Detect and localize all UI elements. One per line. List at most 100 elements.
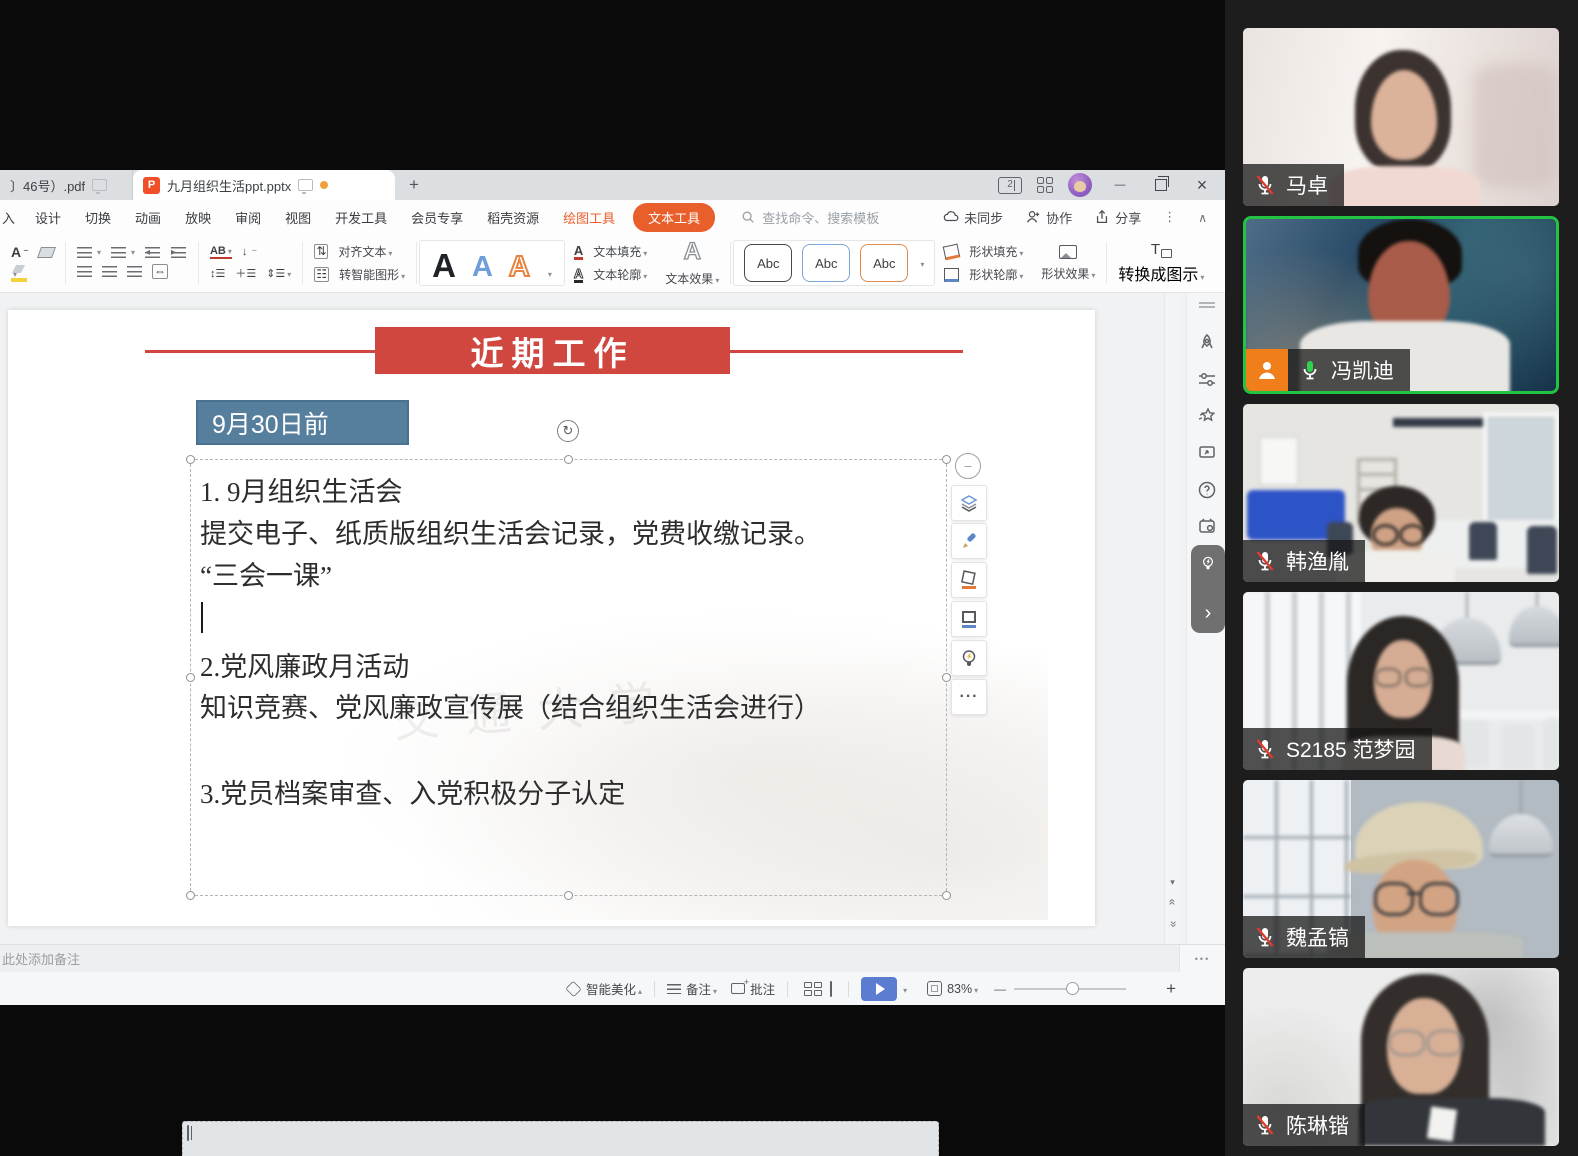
wordart-more-icon[interactable] bbox=[546, 264, 552, 282]
smart-graphic-button[interactable]: 转智能图形 bbox=[339, 266, 405, 283]
menu-item-animation[interactable]: 动画 bbox=[123, 208, 173, 227]
resize-handle[interactable] bbox=[564, 455, 573, 464]
scroll-down-icon[interactable] bbox=[1165, 877, 1180, 888]
wordart-blue[interactable]: A bbox=[472, 253, 493, 282]
new-tab-button[interactable] bbox=[395, 170, 433, 200]
wordart-presets[interactable]: A A A bbox=[419, 240, 565, 286]
menu-item-text-tools-active[interactable]: 文本工具 bbox=[633, 203, 715, 232]
notes-toggle-button[interactable]: 备注 bbox=[667, 979, 717, 998]
character-border-button[interactable]: AB bbox=[210, 245, 232, 259]
recommend-button[interactable] bbox=[951, 640, 987, 676]
shape-fill-button[interactable]: 形状填充 bbox=[969, 243, 1023, 260]
zoom-slider[interactable] bbox=[1014, 988, 1126, 990]
shape-style-blue[interactable]: Abc bbox=[802, 244, 850, 282]
next-slide-icon[interactable] bbox=[1165, 917, 1180, 931]
slide[interactable]: 交通大学 近期工作 9月30日前 1. 9月组织生活会 提交电子、 bbox=[8, 310, 1095, 926]
tips-panel[interactable] bbox=[1191, 545, 1225, 633]
collapse-object-toolbar-button[interactable] bbox=[955, 453, 981, 479]
grid-view-icon[interactable] bbox=[1037, 177, 1053, 193]
shape-style-black[interactable]: Abc bbox=[744, 244, 792, 282]
minimize-button[interactable] bbox=[1107, 179, 1133, 191]
menu-item-view[interactable]: 视图 bbox=[273, 208, 323, 227]
resize-handle[interactable] bbox=[942, 891, 951, 900]
effects-star-icon[interactable] bbox=[1187, 406, 1225, 426]
decrease-indent-button[interactable] bbox=[145, 247, 161, 258]
help-icon[interactable] bbox=[1187, 480, 1225, 500]
reading-view-button[interactable] bbox=[826, 978, 836, 1000]
user-avatar[interactable] bbox=[1068, 173, 1092, 197]
collapse-ribbon-icon[interactable] bbox=[1190, 210, 1215, 225]
play-slideshow-button[interactable] bbox=[861, 977, 897, 1001]
resize-handle[interactable] bbox=[186, 673, 195, 682]
text-fill-button[interactable]: 文本填充 bbox=[593, 243, 647, 260]
add-space-button[interactable]: ＋☰ bbox=[235, 265, 256, 281]
shape-style-more-icon[interactable] bbox=[918, 254, 924, 272]
text-direction-button[interactable] bbox=[242, 246, 257, 259]
smart-beautify-button[interactable]: 智能美化 bbox=[566, 979, 642, 998]
menu-item-design[interactable]: 设计 bbox=[23, 208, 73, 227]
play-options-icon[interactable] bbox=[901, 982, 907, 996]
rail-drag-handle[interactable] bbox=[1187, 301, 1225, 309]
normal-view-button[interactable] bbox=[182, 1121, 939, 1156]
slide-sorter-view-button[interactable] bbox=[800, 978, 826, 1000]
resize-handle[interactable] bbox=[186, 891, 195, 900]
vertical-scrollbar[interactable] bbox=[1164, 293, 1179, 944]
notes-placeholder[interactable]: 此处添加备注 bbox=[0, 949, 80, 968]
increase-indent-button[interactable] bbox=[171, 247, 187, 258]
highlight-color-button[interactable] bbox=[11, 266, 27, 282]
menu-item-docer[interactable]: 稻壳资源 bbox=[475, 208, 551, 227]
previous-slide-icon[interactable] bbox=[1165, 895, 1180, 909]
menu-item-insert-partial[interactable]: 入 bbox=[0, 208, 23, 227]
menu-item-member[interactable]: 会员专享 bbox=[399, 208, 475, 227]
menu-item-slideshow[interactable]: 放映 bbox=[173, 208, 223, 227]
rocket-icon[interactable] bbox=[1187, 333, 1225, 353]
expand-panel-icon[interactable] bbox=[1205, 603, 1212, 623]
sync-status-button[interactable]: 未同步 bbox=[935, 208, 1011, 227]
numbered-list-button[interactable] bbox=[111, 247, 135, 258]
justify-button[interactable] bbox=[127, 266, 142, 277]
distribute-button[interactable]: ⇔ bbox=[152, 264, 168, 279]
more-object-options-button[interactable] bbox=[951, 679, 987, 715]
fit-slide-button[interactable]: 83% bbox=[927, 981, 978, 996]
slide-title-banner[interactable]: 近期工作 bbox=[375, 327, 730, 374]
zoom-out-button[interactable] bbox=[994, 982, 1006, 996]
more-options-icon[interactable] bbox=[1155, 209, 1184, 225]
screen-share-icon[interactable] bbox=[1187, 443, 1225, 463]
spacing-options-button[interactable]: ⇕☰ bbox=[266, 267, 291, 280]
participant-tile[interactable]: S2185 范梦园 bbox=[1243, 592, 1559, 770]
participant-tile[interactable]: 魏孟镐 bbox=[1243, 780, 1559, 958]
wordart-orange-outline[interactable]: A bbox=[509, 253, 530, 282]
zoom-level[interactable]: 83% bbox=[947, 982, 978, 996]
text-outline-button[interactable]: 文本轮廓 bbox=[593, 266, 647, 283]
convert-diagram-button[interactable]: 转换成图示 bbox=[1118, 261, 1204, 285]
line-spacing-button[interactable]: ↕☰ bbox=[210, 267, 225, 280]
brush-button[interactable] bbox=[951, 523, 987, 559]
zoom-in-button[interactable] bbox=[1166, 979, 1176, 999]
participant-tile[interactable]: 陈琳锴 bbox=[1243, 968, 1559, 1146]
tab-pdf-document[interactable]: 〕46号）.pdf bbox=[0, 170, 133, 200]
comments-button[interactable]: 批注 bbox=[731, 979, 775, 998]
deadline-label[interactable]: 9月30日前 bbox=[196, 400, 409, 445]
resize-handle[interactable] bbox=[564, 891, 573, 900]
notes-bar[interactable]: 此处添加备注 ••• bbox=[0, 944, 1225, 972]
participant-tile[interactable]: 马卓 bbox=[1243, 28, 1559, 206]
shape-style-orange[interactable]: Abc bbox=[860, 244, 908, 282]
align-center-button[interactable] bbox=[77, 266, 92, 277]
slide-canvas[interactable]: 交通大学 近期工作 9月30日前 1. 9月组织生活会 提交电子、 bbox=[0, 293, 1225, 944]
align-right-button[interactable] bbox=[102, 266, 117, 277]
resize-handle[interactable] bbox=[186, 455, 195, 464]
resize-handle[interactable] bbox=[942, 455, 951, 464]
participant-tile[interactable]: 韩渔胤 bbox=[1243, 404, 1559, 582]
share-button[interactable]: 分享 bbox=[1086, 208, 1149, 227]
align-text-button[interactable]: 对齐文本 bbox=[338, 243, 392, 260]
menu-item-transition[interactable]: 切换 bbox=[73, 208, 123, 227]
shape-outline-quick-button[interactable] bbox=[951, 601, 987, 637]
resize-handle[interactable] bbox=[942, 673, 951, 682]
restore-button[interactable] bbox=[1148, 179, 1174, 191]
zoom-slider-knob[interactable] bbox=[1066, 982, 1079, 995]
command-search[interactable]: 查找命令、搜索模板 bbox=[741, 208, 879, 227]
layers-button[interactable] bbox=[951, 485, 987, 521]
tab-presentation-active[interactable]: P 九月组织生活ppt.pptx bbox=[133, 170, 395, 200]
rotate-handle[interactable] bbox=[557, 420, 579, 442]
bullet-list-button[interactable] bbox=[77, 247, 101, 258]
